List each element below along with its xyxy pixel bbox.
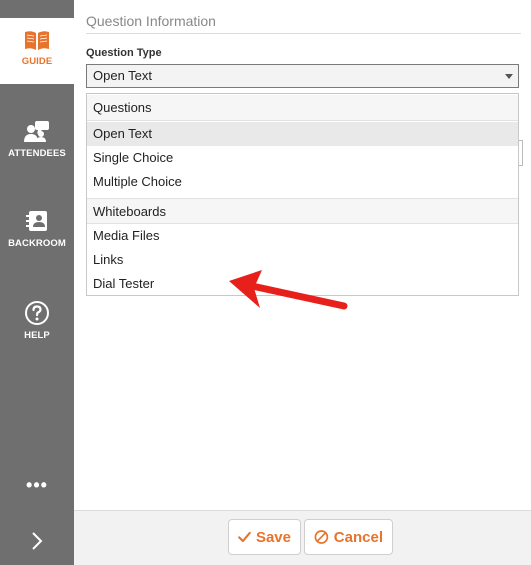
option-open-text[interactable]: Open Text xyxy=(87,122,518,146)
sidebar-item-help[interactable]: HELP xyxy=(0,300,74,341)
option-media-files[interactable]: Media Files xyxy=(87,224,518,248)
form-footer: Save Cancel xyxy=(74,510,531,565)
dropdown-group-header-whiteboards: Whiteboards xyxy=(87,198,518,224)
sidebar-item-label: BACKROOM xyxy=(8,238,66,249)
sidebar-item-label: GUIDE xyxy=(21,56,53,67)
sidebar-item-label: ATTENDEES xyxy=(8,148,66,159)
annotation-arrow-icon xyxy=(229,270,348,310)
main-panel: Question Information Question Type Open … xyxy=(74,0,531,565)
question-type-select[interactable]: Open Text xyxy=(86,64,519,88)
cancel-circle-icon xyxy=(314,530,329,544)
option-multiple-choice[interactable]: Multiple Choice xyxy=(87,170,518,194)
question-type-dropdown-list: Questions Open Text Single Choice Multip… xyxy=(86,93,519,296)
sidebar: GUIDE ATTENDEES BACKROOM HELP ••• xyxy=(0,0,74,565)
sidebar-item-guide[interactable]: GUIDE xyxy=(0,18,74,84)
people-chat-icon xyxy=(24,121,49,142)
help-circle-icon xyxy=(25,301,49,325)
more-menu-button[interactable]: ••• xyxy=(0,476,74,494)
obscured-field-edge xyxy=(519,140,523,166)
section-title: Question Information xyxy=(86,13,216,29)
option-single-choice[interactable]: Single Choice xyxy=(87,146,518,170)
section-divider xyxy=(86,33,521,34)
cancel-button[interactable]: Cancel xyxy=(304,519,393,555)
sidebar-item-attendees[interactable]: ATTENDEES xyxy=(0,120,74,159)
sidebar-item-backroom[interactable]: BACKROOM xyxy=(0,210,74,249)
caret-down-icon xyxy=(505,74,513,79)
chevron-right-icon[interactable] xyxy=(27,530,47,552)
sidebar-item-label: HELP xyxy=(24,330,50,341)
question-type-label: Question Type xyxy=(86,47,162,59)
contact-card-icon xyxy=(26,211,47,231)
dropdown-group-header-questions: Questions xyxy=(87,95,518,121)
save-button-label: Save xyxy=(255,528,291,546)
checkmark-icon xyxy=(238,531,251,543)
save-button[interactable]: Save xyxy=(228,519,301,555)
select-value: Open Text xyxy=(93,68,153,83)
cancel-button-label: Cancel xyxy=(333,528,383,546)
book-open-icon xyxy=(25,31,49,50)
